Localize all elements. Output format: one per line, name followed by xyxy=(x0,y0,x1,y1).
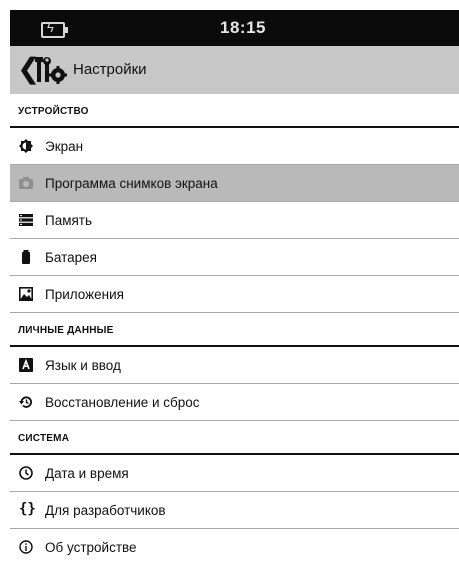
settings-item-screenshots[interactable]: Программа снимков экрана xyxy=(10,165,459,202)
settings-item-label: Для разработчиков xyxy=(45,503,166,518)
settings-item-label: Восстановление и сброс xyxy=(45,395,200,410)
battery-charging-icon: ϟ xyxy=(41,21,68,38)
camera-icon xyxy=(19,177,33,189)
storage-icon xyxy=(19,214,33,226)
section-header-device: УСТРОЙСТВО xyxy=(10,94,459,128)
settings-item-label: Батарея xyxy=(45,250,97,265)
settings-item-language[interactable]: Язык и ввод xyxy=(10,347,459,384)
battery-icon xyxy=(22,250,30,264)
settings-item-label: Приложения xyxy=(45,287,124,302)
settings-item-date-time[interactable]: Дата и время xyxy=(10,455,459,492)
settings-tools-icon xyxy=(35,57,67,84)
settings-item-label: Об устройстве xyxy=(45,540,137,555)
settings-item-label: Язык и ввод xyxy=(45,358,121,373)
settings-item-label: Память xyxy=(45,213,93,228)
settings-item-about[interactable]: Об устройстве xyxy=(10,529,459,566)
settings-item-developer[interactable]: {} Для разработчиков xyxy=(10,492,459,529)
settings-item-screen[interactable]: Экран xyxy=(10,128,459,165)
braces-icon: {} xyxy=(19,501,36,517)
settings-item-battery[interactable]: Батарея xyxy=(10,239,459,276)
apps-icon xyxy=(19,287,33,301)
status-bar: ϟ 18:15 xyxy=(10,10,459,46)
section-header-system: СИСТЕМА xyxy=(10,421,459,455)
brightness-icon xyxy=(19,139,33,153)
screen: ϟ 18:15 ❮ Настройки УСТРОЙСТВО Экран Про… xyxy=(10,10,459,569)
settings-item-label: Дата и время xyxy=(45,466,129,481)
language-icon xyxy=(19,358,33,372)
info-icon xyxy=(19,540,33,554)
restore-icon xyxy=(19,396,32,408)
section-header-personal: ЛИЧНЫЕ ДАННЫЕ xyxy=(10,313,459,347)
settings-item-label: Программа снимков экрана xyxy=(45,176,218,191)
settings-item-apps[interactable]: Приложения xyxy=(10,276,459,313)
page-title: Настройки xyxy=(73,61,147,78)
settings-item-label: Экран xyxy=(45,139,84,154)
settings-item-restore[interactable]: Восстановление и сброс xyxy=(10,384,459,421)
app-bar: ❮ Настройки xyxy=(10,46,459,94)
settings-item-storage[interactable]: Память xyxy=(10,202,459,239)
clock-icon xyxy=(19,466,33,480)
status-time: 18:15 xyxy=(220,18,266,37)
